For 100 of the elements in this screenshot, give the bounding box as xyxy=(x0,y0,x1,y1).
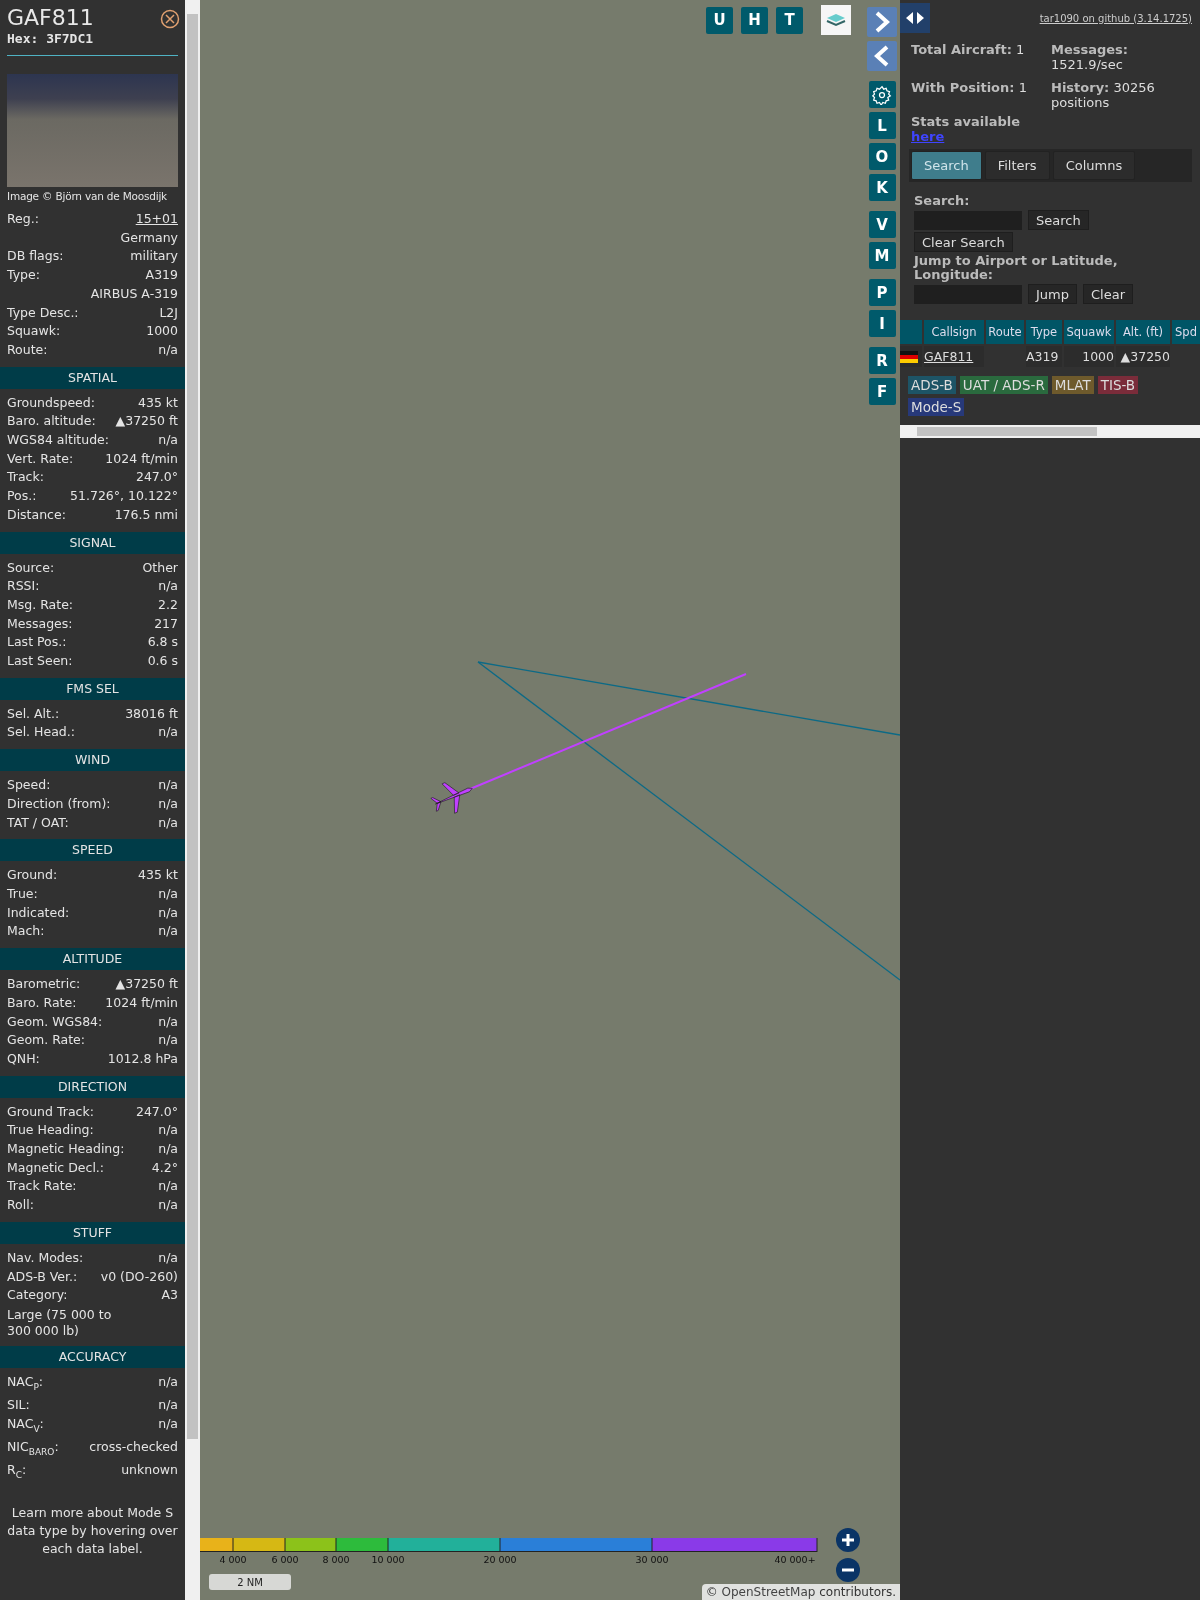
field-value: 1012.8 hPa xyxy=(107,1049,178,1068)
field-label: Baro. altitude: xyxy=(7,412,96,431)
map-toggle-button[interactable]: V xyxy=(868,211,896,238)
field-label: Msg. Rate: xyxy=(7,595,74,614)
jump-label: Jump to Airport or Latitude, Longitude: xyxy=(914,254,1119,282)
field-value: 435 kt xyxy=(138,866,178,885)
zoom-out-button[interactable] xyxy=(836,1558,860,1582)
map-toggle-button[interactable]: M xyxy=(868,242,896,269)
scale-bar: 2 NM xyxy=(209,1574,291,1590)
stat-text: With Position: 1 xyxy=(911,80,1028,97)
field-label: R$_{C}$: xyxy=(7,1461,27,1482)
map-toggle-button[interactable]: U xyxy=(706,6,733,34)
field-label: Type: xyxy=(7,266,40,285)
field-value: n/a xyxy=(158,431,178,450)
stat-text: Total Aircraft: 1 xyxy=(911,42,1026,59)
field-label: Last Seen: xyxy=(7,652,73,671)
chevron-left-icon xyxy=(873,44,891,68)
column-header[interactable]: Squawk xyxy=(1064,320,1114,344)
map-toggle-button[interactable]: O xyxy=(868,143,896,170)
field-label: Direction (from): xyxy=(7,794,111,813)
callsign-link[interactable]: GAF811 xyxy=(924,346,974,367)
panel-toggle-button[interactable] xyxy=(900,3,930,33)
attribution-link[interactable]: OpenStreetMap xyxy=(721,1585,816,1599)
field-label: ADS-B Ver.: xyxy=(7,1267,78,1286)
column-header[interactable]: Type xyxy=(1026,320,1062,344)
gear-icon xyxy=(872,84,892,105)
field-value: n/a xyxy=(158,885,178,903)
tab[interactable]: Filters xyxy=(984,151,1050,180)
registration-link[interactable]: 15+01 xyxy=(135,210,178,229)
aircraft-icon[interactable] xyxy=(430,782,473,814)
field-label: Route: xyxy=(7,340,48,359)
left-right-arrows-icon xyxy=(904,11,926,25)
field-label: Sel. Alt.: xyxy=(7,704,60,723)
field-label: NIC$_{BARO}$: xyxy=(7,1438,59,1459)
horizontal-scrollbar[interactable] xyxy=(900,425,1200,438)
field-value: 247.0° xyxy=(135,468,178,487)
field-label: Track Rate: xyxy=(7,1177,77,1196)
field-value: n/a xyxy=(158,1248,178,1267)
jump-button[interactable]: Jump xyxy=(1028,284,1077,304)
field-label: Distance: xyxy=(7,505,66,524)
field-value: n/a xyxy=(158,903,178,922)
field-label: Barometric: xyxy=(7,975,81,994)
field-value: n/a xyxy=(158,723,178,742)
zoom-in-button[interactable] xyxy=(836,1528,860,1552)
field-value: n/a xyxy=(158,776,178,795)
close-icon[interactable] xyxy=(160,9,180,29)
settings-button[interactable] xyxy=(868,81,896,108)
tab[interactable]: Columns xyxy=(1052,151,1136,180)
field-label: DB flags: xyxy=(7,247,64,266)
source-tag: UAT / ADS-R xyxy=(959,376,1048,394)
field-label: Magnetic Decl.: xyxy=(7,1158,105,1177)
section-header: SPEED xyxy=(0,839,185,862)
layers-button[interactable] xyxy=(821,5,851,35)
field-value: v0 (DO-260) xyxy=(100,1267,178,1286)
field-value: L2J xyxy=(159,303,178,322)
field-label: Geom. Rate: xyxy=(7,1031,86,1050)
scrollbar[interactable] xyxy=(185,0,200,1600)
field-value: n/a xyxy=(158,1396,178,1415)
field-label: Baro. Rate: xyxy=(7,993,77,1012)
column-header[interactable]: Callsign xyxy=(924,320,984,344)
field-label: RSSI: xyxy=(7,577,40,596)
field-label: Magnetic Heading: xyxy=(7,1140,125,1158)
section-header: WIND xyxy=(0,749,185,772)
field-value: 51.726°, 10.122° xyxy=(70,487,178,506)
altitude-tick-label: 8 000 xyxy=(321,1554,351,1565)
clear-button[interactable]: Clear xyxy=(1083,284,1133,304)
map-toggle-button[interactable]: K xyxy=(868,174,896,201)
field-value: military xyxy=(130,247,178,266)
tab[interactable]: Search xyxy=(911,151,982,180)
field-value: 217 xyxy=(154,614,178,633)
field-value: n/a xyxy=(158,1414,178,1433)
column-header[interactable]: Route xyxy=(986,320,1024,344)
github-link[interactable]: tar1090 on github (3.14.1725) xyxy=(1039,12,1192,24)
field-value: 1024 ft/min xyxy=(105,449,178,468)
map-toggle-button[interactable]: F xyxy=(868,378,896,405)
clear-search-button[interactable]: Clear Search xyxy=(914,232,1013,252)
photo-credit: Image © Björn van de Moosdijk xyxy=(6,189,168,204)
field-value: 247.0° xyxy=(135,1102,178,1121)
field-value: cross-checked xyxy=(89,1438,178,1457)
map-toggle-button[interactable]: L xyxy=(868,112,896,139)
field-label: True Heading: xyxy=(7,1121,94,1140)
callsign-title: GAF811 xyxy=(7,5,94,31)
map-toggle-button[interactable]: R xyxy=(868,347,896,374)
field-value: n/a xyxy=(158,1012,178,1031)
stat-text: Messages: 1521.9/sec xyxy=(1051,42,1130,72)
field-label: NAC$_{V}$: xyxy=(7,1414,44,1436)
column-header[interactable]: Spd xyxy=(1172,320,1200,344)
field-label: Groundspeed: xyxy=(7,393,95,412)
next-button[interactable] xyxy=(867,7,897,37)
section-header: STUFF xyxy=(0,1221,185,1244)
map-toggle-button[interactable]: T xyxy=(776,6,803,34)
previous-button[interactable] xyxy=(867,41,897,71)
search-button[interactable]: Search xyxy=(1028,210,1089,230)
field-value: 1024 ft/min xyxy=(105,993,178,1012)
map-toggle-button[interactable]: H xyxy=(741,6,768,34)
field-value: 2.2 xyxy=(158,595,178,614)
column-header[interactable]: Alt. (ft) xyxy=(1116,320,1170,344)
map-toggle-button[interactable]: I xyxy=(868,310,896,337)
map-toggle-button[interactable]: P xyxy=(868,279,896,306)
altitude-tick-label: 40 000+ xyxy=(773,1554,817,1565)
